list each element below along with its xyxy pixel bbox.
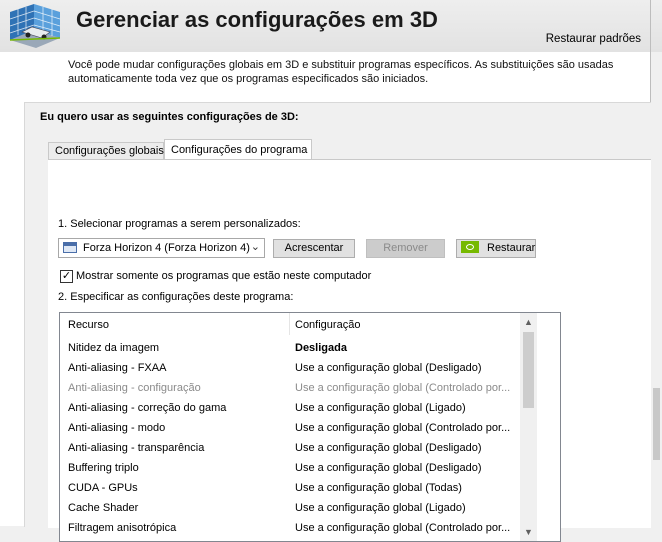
panel-heading: Eu quero usar as seguintes configurações… (40, 111, 299, 123)
page-description: Você pode mudar configurações globais em… (68, 59, 614, 85)
settings-panel: Eu quero usar as seguintes configurações… (24, 102, 651, 542)
column-divider (289, 313, 290, 335)
table-row[interactable]: Anti-aliasing - configuração Use a confi… (60, 378, 520, 398)
step2-label: 2. Especificar as configurações deste pr… (58, 291, 294, 303)
add-program-button[interactable]: Acrescentar (273, 239, 355, 258)
feature-name: Anti-aliasing - FXAA (68, 362, 167, 374)
feature-name: Anti-aliasing - transparência (68, 442, 205, 454)
settings-list: Recurso Configuração Nitidez da imagem D… (59, 312, 561, 542)
game-program-icon (63, 242, 77, 253)
3d-settings-icon (9, 4, 61, 48)
feature-name: Anti-aliasing - modo (68, 422, 166, 434)
page-title: Gerenciar as configurações em 3D (76, 7, 438, 32)
table-row[interactable]: CUDA - GPUs Use a configuração global (T… (60, 478, 520, 498)
feature-name: Filtragem anisotrópica (68, 522, 177, 534)
content-area: Você pode mudar configurações globais em… (0, 52, 651, 542)
list-scrollbar-thumb[interactable] (523, 332, 534, 408)
scroll-down-icon[interactable]: ▼ (520, 524, 537, 540)
page-scrollbar[interactable] (651, 52, 662, 526)
table-row[interactable]: Buffering triplo Use a configuração glob… (60, 458, 520, 478)
column-header-feature[interactable]: Recurso (68, 319, 109, 331)
scroll-up-icon[interactable]: ▲ (520, 314, 537, 330)
column-header-setting[interactable]: Configuração (295, 319, 360, 331)
restore-defaults-link[interactable]: Restaurar padrões (546, 33, 641, 45)
nvidia-logo-icon (461, 241, 479, 253)
feature-value: Desligada (295, 342, 347, 354)
feature-name: Nitidez da imagem (68, 342, 160, 354)
list-header: Recurso Configuração (60, 313, 522, 337)
page-header: Gerenciar as configurações em 3D Restaur… (0, 0, 662, 52)
page-scrollbar-thumb[interactable] (653, 388, 660, 460)
feature-value: Use a configuração global (Desligado) (295, 362, 482, 374)
tab-global-settings[interactable]: Configurações globais (48, 142, 164, 159)
feature-value: Use a configuração global (Todas) (295, 482, 462, 494)
restore-program-button[interactable]: Restaurar (456, 239, 536, 258)
table-row[interactable]: Nitidez da imagem Desligada (60, 338, 520, 358)
table-row[interactable]: Anti-aliasing - modo Use a configuração … (60, 418, 520, 438)
remove-program-button[interactable]: Remover (366, 239, 445, 258)
program-select[interactable]: Forza Horizon 4 (Forza Horizon 4) ⌄ (58, 238, 265, 258)
table-row[interactable]: Anti-aliasing - FXAA Use a configuração … (60, 358, 520, 378)
feature-name: Anti-aliasing - configuração (68, 382, 201, 394)
table-row[interactable]: Anti-aliasing - correção do gama Use a c… (60, 398, 520, 418)
table-row[interactable]: Filtragem anisotrópica Use a configuraçã… (60, 518, 520, 538)
show-only-installed-checkbox[interactable]: ✓ (60, 270, 73, 283)
list-scrollbar[interactable]: ▲ ▼ (520, 313, 537, 541)
feature-name: Buffering triplo (68, 462, 139, 474)
feature-value: Use a configuração global (Ligado) (295, 402, 466, 414)
step1-label: 1. Selecionar programas a serem personal… (58, 218, 301, 230)
feature-value: Use a configuração global (Desligado) (295, 462, 482, 474)
tab-program-settings[interactable]: Configurações do programa (164, 139, 312, 160)
feature-name: CUDA - GPUs (68, 482, 138, 494)
chevron-down-icon: ⌄ (250, 241, 260, 253)
show-only-installed-label: Mostrar somente os programas que estão n… (76, 270, 372, 282)
feature-name: Cache Shader (68, 502, 139, 514)
feature-value: Use a configuração global (Controlado po… (295, 522, 511, 534)
restore-program-label: Restaurar (487, 242, 536, 254)
table-row[interactable]: Cache Shader Use a configuração global (… (60, 498, 520, 518)
feature-value: Use a configuração global (Ligado) (295, 502, 466, 514)
feature-name: Anti-aliasing - correção do gama (68, 402, 227, 414)
feature-value: Use a configuração global (Controlado po… (295, 382, 511, 394)
feature-value: Use a configuração global (Controlado po… (295, 422, 511, 434)
feature-value: Use a configuração global (Desligado) (295, 442, 482, 454)
program-select-value: Forza Horizon 4 (Forza Horizon 4) (83, 242, 250, 254)
table-row[interactable]: Anti-aliasing - transparência Use a conf… (60, 438, 520, 458)
